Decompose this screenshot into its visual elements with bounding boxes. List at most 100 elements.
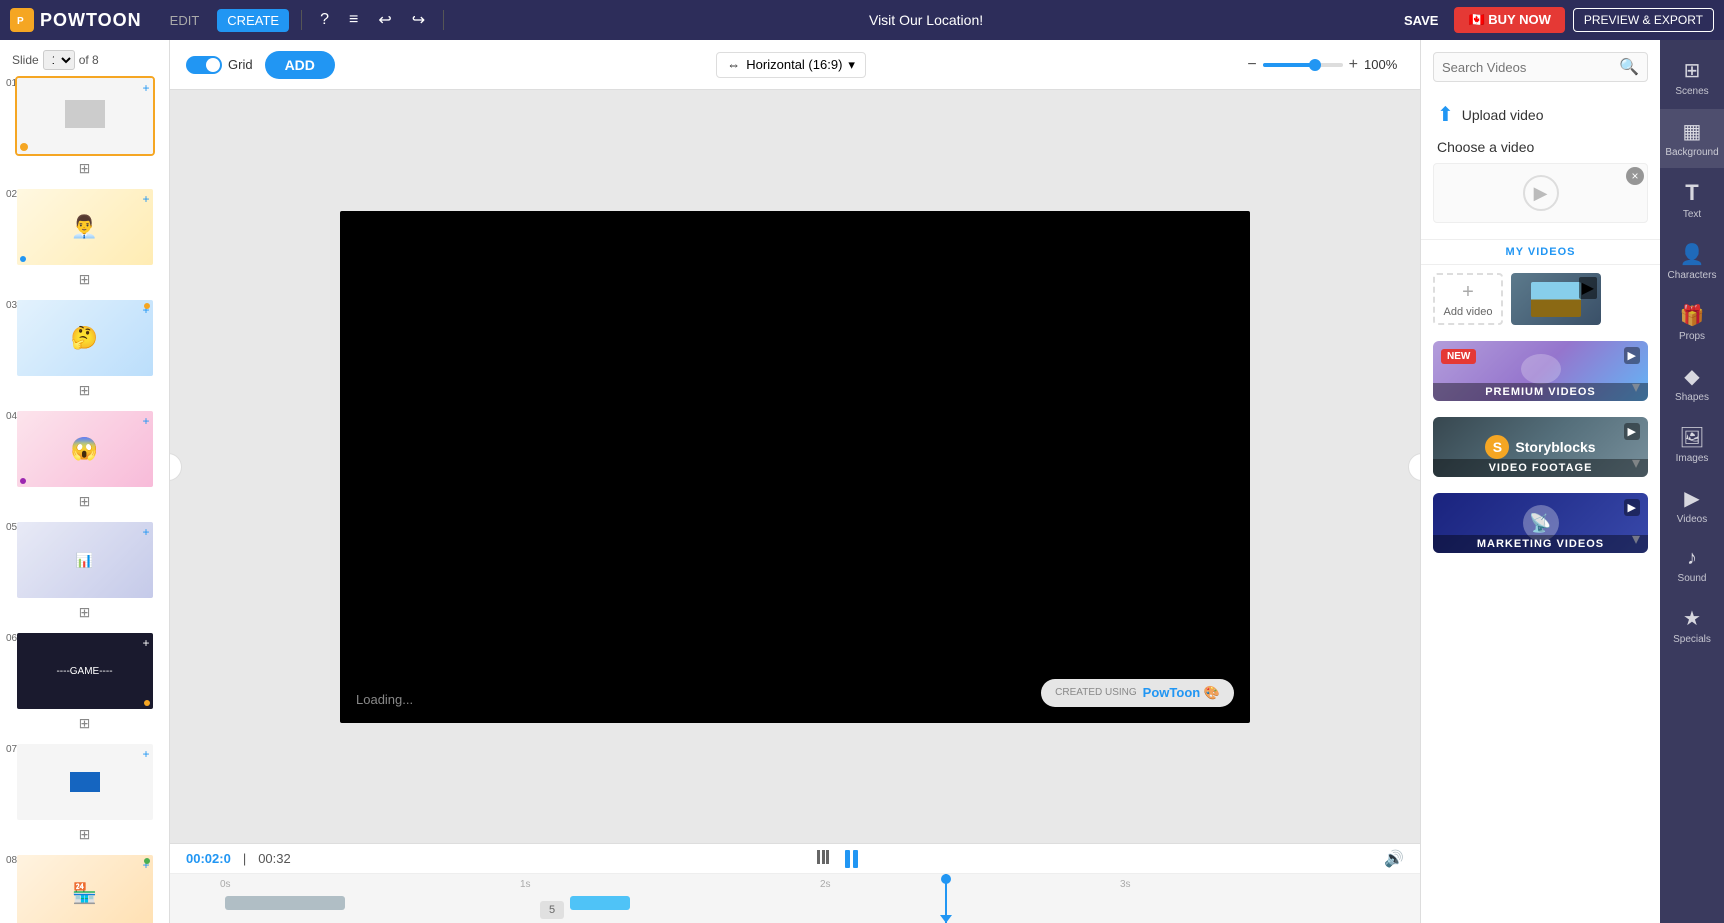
slide-thumb-06[interactable]: ----GAME---- + bbox=[15, 631, 155, 711]
slide-thumb-inner-06: ----GAME---- + bbox=[17, 633, 153, 709]
slide-action-btn-03[interactable]: ⊞ bbox=[75, 380, 95, 401]
slide-thumb-04[interactable]: 😱 + bbox=[15, 409, 155, 489]
sidebar-item-shapes[interactable]: ◆ Shapes bbox=[1660, 354, 1724, 413]
sidebar-item-characters[interactable]: 👤 Characters bbox=[1660, 232, 1724, 291]
slide-thumb-08[interactable]: 🏪 + bbox=[15, 853, 155, 923]
close-card-button[interactable]: × bbox=[1626, 167, 1644, 185]
orientation-button[interactable]: ⇔ Horizontal (16:9) ▾ bbox=[716, 52, 866, 78]
zoom-out-button[interactable]: − bbox=[1247, 56, 1256, 74]
buy-button[interactable]: 🇨🇦 BUY NOW bbox=[1454, 7, 1564, 33]
zoom-handle bbox=[1309, 59, 1321, 71]
sound-icon: ♪ bbox=[1687, 547, 1697, 570]
slide-thumb-02[interactable]: 👨‍💼 + bbox=[15, 187, 155, 267]
separator2 bbox=[443, 10, 444, 30]
timeline-slot-1[interactable]: 5 bbox=[540, 901, 564, 919]
volume-button[interactable]: 🔊 bbox=[1384, 849, 1404, 869]
slide-number-select[interactable]: 1234 5678 bbox=[43, 50, 75, 70]
next-slide-button[interactable]: › bbox=[1408, 453, 1420, 481]
undo-button[interactable]: ↩ bbox=[372, 6, 397, 34]
empty-video-card[interactable]: ▶ bbox=[1433, 163, 1648, 223]
zoom-percentage: 100% bbox=[1364, 57, 1404, 72]
canvas-loading-text: Loading... bbox=[356, 692, 413, 707]
edit-button[interactable]: EDIT bbox=[160, 9, 210, 32]
videos-panel: 🔍 ⬆ Upload video Choose a video ▶ × MY V… bbox=[1420, 40, 1660, 923]
search-button[interactable]: 🔍 bbox=[1619, 57, 1639, 77]
slide-add-04[interactable]: + bbox=[142, 414, 149, 428]
slide-canvas[interactable]: Loading... CREATED USING PowToon 🎨 bbox=[340, 211, 1250, 723]
slide-item-03[interactable]: 03 🤔 + ⊞ bbox=[4, 298, 165, 403]
create-button[interactable]: CREATE bbox=[217, 9, 289, 32]
playhead-arrow bbox=[940, 915, 952, 923]
slide-thumb-inner-03: 🤔 + bbox=[17, 300, 153, 376]
video-thumb-1[interactable]: ▶ bbox=[1511, 273, 1601, 325]
zoom-slider[interactable] bbox=[1263, 63, 1343, 67]
slide-item-02[interactable]: 02 👨‍💼 + ⊞ bbox=[4, 187, 165, 292]
slide-action-btn-04[interactable]: ⊞ bbox=[75, 491, 95, 512]
timeline-controls: 00:02:0 | 00:32 � bbox=[170, 844, 1420, 874]
background-icon: ▦ bbox=[1683, 119, 1702, 144]
upload-video-button[interactable]: ⬆ Upload video bbox=[1421, 94, 1660, 135]
premium-videos-label: PREMIUM VIDEOS bbox=[1433, 383, 1648, 401]
premium-videos-section[interactable]: NEW ▶ ▾ PREMIUM VIDEOS bbox=[1433, 341, 1648, 401]
timeline-block-1[interactable] bbox=[225, 896, 345, 910]
images-icon: 🖼 bbox=[1679, 425, 1704, 450]
slide-add-06[interactable]: + bbox=[142, 636, 149, 650]
pause-button[interactable] bbox=[845, 850, 858, 868]
help-button[interactable]: ? bbox=[314, 7, 335, 33]
frame-controls-button[interactable] bbox=[817, 848, 837, 869]
watermark-logo: PowToon 🎨 bbox=[1143, 685, 1220, 701]
watermark-text: CREATED USING bbox=[1055, 687, 1137, 698]
ruler-1s: 1s bbox=[520, 879, 820, 890]
slide-item-04[interactable]: 04 😱 + ⊞ bbox=[4, 409, 165, 514]
shapes-label: Shapes bbox=[1675, 392, 1709, 403]
preview-export-button[interactable]: PREVIEW & EXPORT bbox=[1573, 8, 1714, 32]
play-controls bbox=[303, 848, 1372, 869]
slide-item-05[interactable]: 05 📊 + ⊞ bbox=[4, 520, 165, 625]
slide-item-08[interactable]: 08 🏪 + bbox=[4, 853, 165, 923]
sidebar-item-images[interactable]: 🖼 Images bbox=[1660, 415, 1724, 474]
sidebar-item-props[interactable]: 🎁 Props bbox=[1660, 293, 1724, 352]
orientation-icon: ⇔ bbox=[727, 57, 740, 72]
slide-action-btn-05[interactable]: ⊞ bbox=[75, 602, 95, 623]
slide-item-07[interactable]: 07 + ⊞ bbox=[4, 742, 165, 847]
sidebar-item-scenes[interactable]: ⊞ Scenes bbox=[1660, 48, 1724, 107]
redo-button[interactable]: ↪ bbox=[406, 6, 431, 34]
add-button[interactable]: ADD bbox=[265, 51, 335, 79]
slide-add-05[interactable]: + bbox=[142, 525, 149, 539]
search-input[interactable] bbox=[1442, 60, 1619, 75]
add-video-card[interactable]: + Add video bbox=[1433, 273, 1503, 325]
slide-action-btn-01[interactable]: ⊞ bbox=[75, 158, 95, 179]
save-button[interactable]: SAVE bbox=[1404, 13, 1438, 28]
timeline-track[interactable]: 0s 1s 2s 3s 5 bbox=[170, 874, 1420, 923]
slide-action-btn-02[interactable]: ⊞ bbox=[75, 269, 95, 290]
sidebar-item-videos[interactable]: ▶ Videos bbox=[1660, 476, 1724, 535]
slide-action-btn-06[interactable]: ⊞ bbox=[75, 713, 95, 734]
grid-toggle[interactable] bbox=[186, 56, 222, 74]
marketing-videos-section[interactable]: 📡 ▶ ▾ MARKETING VIDEOS bbox=[1433, 493, 1648, 553]
slide-thumb-01[interactable]: + bbox=[15, 76, 155, 156]
slide-thumb-inner-02: 👨‍💼 + bbox=[17, 189, 153, 265]
storyblocks-section[interactable]: S Storyblocks ▶ ▾ VIDEO FOOTAGE bbox=[1433, 417, 1648, 477]
slide-action-05: ⊞ bbox=[4, 600, 165, 625]
sidebar-item-sound[interactable]: ♪ Sound bbox=[1660, 537, 1724, 594]
sidebar-item-text[interactable]: T Text bbox=[1660, 170, 1724, 230]
slide-add-01[interactable]: + bbox=[142, 81, 149, 95]
slide-item-06[interactable]: 06 ----GAME---- + ⊞ bbox=[4, 631, 165, 736]
pause-bar-1 bbox=[845, 850, 850, 868]
slide-action-btn-07[interactable]: ⊞ bbox=[75, 824, 95, 845]
sidebar-item-background[interactable]: ▦ Background bbox=[1660, 109, 1724, 168]
zoom-in-button[interactable]: + bbox=[1349, 56, 1358, 74]
video-icon-overlay-2: ▶ bbox=[1624, 423, 1640, 440]
slide-action-04: ⊞ bbox=[4, 489, 165, 514]
slide-add-02[interactable]: + bbox=[142, 192, 149, 206]
slide-thumb-03[interactable]: 🤔 + bbox=[15, 298, 155, 378]
collapse-panel-button[interactable]: ‹ bbox=[170, 453, 182, 481]
orientation-chevron: ▾ bbox=[848, 57, 855, 73]
timeline-block-2[interactable] bbox=[570, 896, 630, 910]
slide-thumb-07[interactable]: + bbox=[15, 742, 155, 822]
slide-item-01[interactable]: 01 + ⊞ bbox=[4, 76, 165, 181]
slide-thumb-05[interactable]: 📊 + bbox=[15, 520, 155, 600]
slide-add-07[interactable]: + bbox=[142, 747, 149, 761]
notes-button[interactable]: ≡ bbox=[343, 7, 364, 33]
sidebar-item-specials[interactable]: ★ Specials bbox=[1660, 596, 1724, 655]
